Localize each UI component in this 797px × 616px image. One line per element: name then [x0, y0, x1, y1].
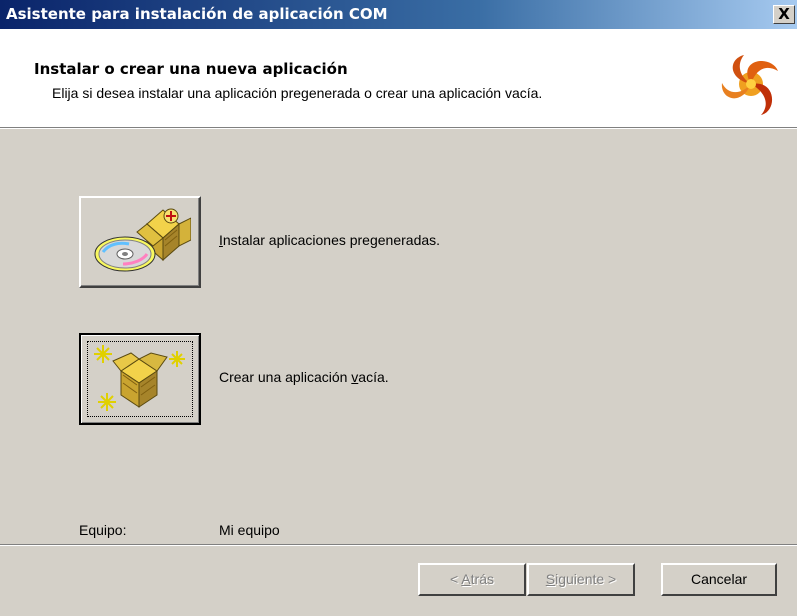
create-empty-label[interactable]: Crear una aplicación vacía.: [219, 369, 389, 385]
install-prebuilt-button[interactable]: [79, 196, 201, 288]
label-part: trás: [470, 571, 494, 587]
page-subtitle: Elija si desea instalar una aplicación p…: [52, 85, 543, 101]
accelerator-key: A: [461, 571, 471, 587]
close-button[interactable]: X: [773, 5, 795, 24]
com-wizard-swirl-icon: [721, 55, 778, 115]
accelerator-key: S: [545, 571, 556, 587]
label-part: iguiente >: [555, 571, 617, 587]
next-button[interactable]: Siguiente >: [527, 563, 635, 596]
computer-value: Mi equipo: [219, 522, 280, 538]
computer-label: Equipo:: [79, 522, 127, 538]
new-package-sparkle-icon: [94, 345, 185, 411]
wizard-dialog: Asistente para instalación de aplicación…: [0, 0, 797, 616]
label-part: <: [450, 571, 462, 587]
back-button[interactable]: < Atrás: [418, 563, 526, 596]
label-part: acía.: [358, 369, 389, 385]
label-part: nstalar aplicaciones pregeneradas.: [222, 232, 441, 248]
create-empty-button[interactable]: [79, 333, 201, 425]
cd-package-icon: [94, 208, 191, 272]
title-bar[interactable]: Asistente para instalación de aplicación…: [0, 0, 797, 29]
label-part: Crear una aplicación: [219, 369, 352, 385]
page-title: Instalar o crear una nueva aplicación: [34, 60, 348, 78]
window-title: Asistente para instalación de aplicación…: [6, 5, 388, 23]
header-separator: [0, 127, 797, 129]
install-prebuilt-label[interactable]: Instalar aplicaciones pregeneradas.: [219, 232, 440, 248]
wizard-header: Instalar o crear una nueva aplicación El…: [0, 29, 797, 127]
cancel-button[interactable]: Cancelar: [661, 563, 777, 596]
footer-separator: [0, 544, 797, 546]
close-icon: X: [778, 5, 790, 23]
